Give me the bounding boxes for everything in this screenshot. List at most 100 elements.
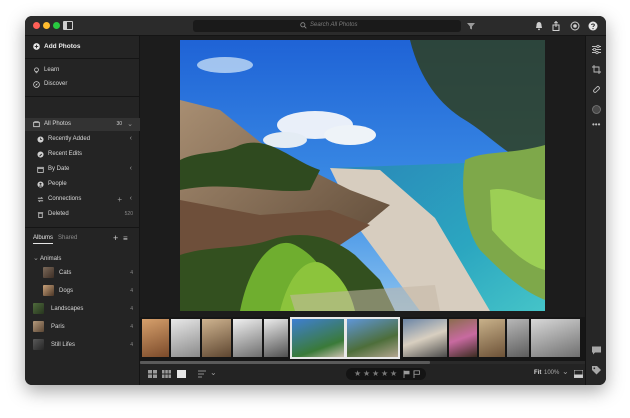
star-icon[interactable]: ★: [381, 369, 388, 378]
zoom-level[interactable]: 100%: [544, 370, 559, 376]
album-thumbnail: [33, 339, 44, 350]
sidebar-item-discover[interactable]: Discover: [25, 78, 140, 91]
filmstrip-thumbnail[interactable]: [479, 319, 505, 357]
compare-view-icon[interactable]: [574, 370, 583, 378]
sidebar-item-connections[interactable]: Connections + ‹: [25, 193, 140, 206]
healing-brush-icon[interactable]: [591, 84, 602, 95]
flag-pick-icon[interactable]: [403, 370, 411, 378]
filmstrip-thumbnail[interactable]: [202, 319, 231, 357]
album-thumbnail: [43, 285, 54, 296]
album-count: 4: [130, 288, 133, 294]
star-icon[interactable]: ★: [372, 369, 379, 378]
album-label: Still Lifes: [51, 342, 76, 348]
chevron-down-icon[interactable]: ⌄: [33, 254, 39, 262]
add-album-icon[interactable]: +: [113, 233, 118, 243]
trash-icon: [37, 212, 44, 218]
square-grid-view-icon[interactable]: [162, 370, 171, 378]
filmstrip-thumbnail[interactable]: [531, 319, 580, 357]
detail-view-icon[interactable]: [177, 370, 186, 378]
filmstrip-thumbnail-selected[interactable]: [345, 317, 400, 359]
filmstrip-thumbnail[interactable]: [507, 319, 529, 357]
sidebar-item-all-photos[interactable]: All Photos 30 ⌄: [25, 118, 140, 131]
sidebar-item-people[interactable]: People: [25, 178, 140, 191]
sidebar-item-by-date[interactable]: By Date ‹: [25, 163, 140, 176]
chevron-down-icon[interactable]: ⌄: [210, 368, 217, 377]
share-icon[interactable]: [551, 21, 561, 31]
album-landscapes[interactable]: Landscapes 4: [25, 302, 140, 317]
album-group-animals[interactable]: ⌄ Animals: [25, 253, 140, 266]
filmstrip-thumbnail[interactable]: [403, 319, 447, 357]
chevron-down-icon[interactable]: ⌄: [127, 120, 133, 128]
sidebar-item-label: Learn: [44, 67, 60, 73]
album-label: Landscapes: [51, 306, 84, 312]
photo-count: 30: [116, 121, 122, 127]
sidebar-toggle-icon[interactable]: [63, 21, 73, 30]
zoom-window-button[interactable]: [53, 22, 60, 29]
album-paris[interactable]: Paris 4: [25, 320, 140, 335]
search-input[interactable]: Search All Photos: [310, 22, 357, 28]
cloud-sync-icon[interactable]: [570, 21, 580, 31]
chevron-left-icon[interactable]: ‹: [130, 165, 132, 172]
main-photo[interactable]: [180, 40, 545, 311]
album-thumbnail: [43, 267, 54, 278]
sidebar-item-learn[interactable]: Learn: [25, 64, 140, 77]
album-cats[interactable]: Cats 4: [25, 266, 140, 281]
fit-zoom-button[interactable]: Fit: [534, 370, 541, 376]
crop-rotate-icon[interactable]: [591, 64, 602, 75]
star-icon[interactable]: ★: [363, 369, 370, 378]
notification-bell-icon[interactable]: [534, 21, 544, 31]
sort-icon[interactable]: ≡: [123, 234, 128, 243]
filmstrip-thumbnail[interactable]: [264, 319, 288, 357]
sidebar-item-label: Discover: [44, 81, 68, 87]
deleted-count: 520: [124, 211, 133, 217]
filmstrip: [140, 317, 585, 361]
title-bar: Search All Photos: [25, 16, 606, 36]
sidebar-item-recent-edits[interactable]: Recent Edits: [25, 148, 140, 161]
album-still-lifes[interactable]: Still Lifes 4: [25, 338, 140, 353]
clock-icon: [37, 136, 44, 143]
album-tabs: Albums Shared + ≡: [33, 233, 133, 247]
chevron-left-icon[interactable]: ‹: [130, 195, 132, 202]
edit-sliders-icon[interactable]: [591, 44, 602, 55]
flag-reject-icon[interactable]: [413, 370, 421, 378]
add-connection-icon[interactable]: +: [117, 195, 122, 204]
add-photos-label: Add Photos: [44, 43, 81, 50]
close-window-button[interactable]: [33, 22, 40, 29]
right-panel-rail: •••: [585, 36, 606, 385]
sidebar-item-recently-added[interactable]: Recently Added ‹: [25, 133, 140, 146]
minimize-window-button[interactable]: [43, 22, 50, 29]
grid-view-icon[interactable]: [148, 370, 157, 378]
filmstrip-thumbnail[interactable]: [171, 319, 200, 357]
filmstrip-thumbnail[interactable]: [142, 319, 169, 357]
comment-icon[interactable]: [591, 345, 602, 356]
sidebar-divider: [25, 58, 140, 59]
tag-icon[interactable]: [591, 365, 602, 376]
filmstrip-thumbnail[interactable]: [449, 319, 477, 357]
chevron-down-icon[interactable]: ⌄: [562, 367, 569, 376]
calendar-icon: [37, 166, 44, 173]
album-thumbnail: [33, 321, 44, 332]
filter-icon[interactable]: [466, 21, 476, 31]
sidebar-item-deleted[interactable]: Deleted 520: [25, 208, 140, 221]
star-icon[interactable]: ★: [390, 369, 397, 378]
tab-albums[interactable]: Albums: [33, 235, 54, 244]
filmstrip-thumbnail[interactable]: [233, 319, 262, 357]
sidebar-item-label: People: [48, 181, 67, 187]
tab-shared[interactable]: Shared: [58, 235, 77, 241]
album-label: Paris: [51, 324, 65, 330]
sort-options-icon[interactable]: [198, 370, 207, 378]
filmstrip-thumbnail-selected[interactable]: [290, 317, 346, 359]
search-bar[interactable]: Search All Photos: [193, 20, 461, 32]
compass-icon: [33, 81, 40, 88]
add-photos-button[interactable]: Add Photos: [25, 40, 140, 53]
help-icon[interactable]: [588, 21, 598, 31]
album-count: 4: [130, 324, 133, 330]
chevron-left-icon[interactable]: ‹: [130, 135, 132, 142]
album-dogs[interactable]: Dogs 4: [25, 284, 140, 299]
more-options-icon[interactable]: •••: [592, 120, 600, 129]
masking-icon[interactable]: [591, 104, 602, 115]
sidebar-item-label: Recent Edits: [48, 151, 83, 157]
star-icon[interactable]: ★: [354, 369, 361, 378]
search-icon: [300, 22, 307, 29]
sidebar-item-label: Deleted: [48, 211, 69, 217]
